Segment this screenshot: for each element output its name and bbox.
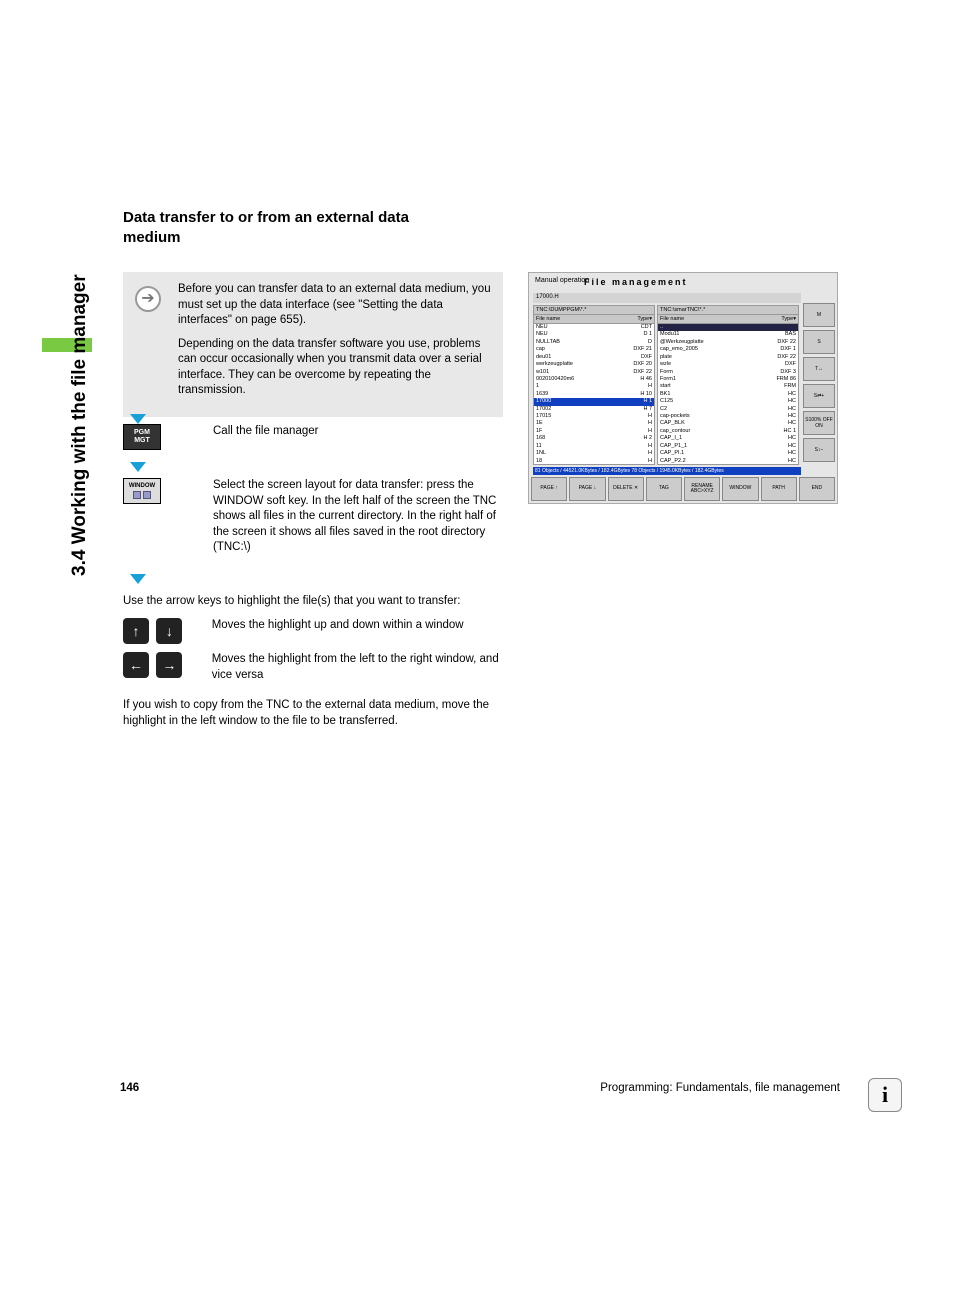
arrow-down-key-icon[interactable]: ↓	[156, 618, 182, 644]
ss-left-path: TNC:\DUMPPGM\*.*	[534, 306, 654, 315]
file-row[interactable]: 17002H 7	[534, 406, 654, 413]
side-button[interactable]: T↔	[803, 357, 835, 381]
softkey[interactable]: END	[799, 477, 835, 501]
file-row[interactable]: 17015H	[534, 413, 654, 420]
instruction-copy: If you wish to copy from the TNC to the …	[123, 698, 503, 729]
softkey[interactable]: DELETE ✕	[608, 477, 644, 501]
ss-sidebar: MS T↔ S⇄+ S100% OFF ON S↕−	[803, 303, 835, 475]
info-icon: i	[868, 1078, 902, 1112]
softkey[interactable]: RENAME ABC>XYZ	[684, 477, 720, 501]
ss-left-header: File nameType▾	[534, 315, 654, 324]
softkey[interactable]: PATH	[761, 477, 797, 501]
section-tab: 3.4 Working with the file manager	[55, 195, 95, 575]
note-paragraph-2: Depending on the data transfer software …	[178, 337, 493, 399]
arrow-updown-desc: Moves the highlight up and down within a…	[212, 618, 502, 634]
step-call-file-manager: PGMMGT Call the file manager	[123, 424, 503, 440]
file-manager-screenshot: Manual operation File management 17000.H…	[528, 272, 838, 504]
window-label: WINDOW	[129, 483, 155, 490]
file-row[interactable]: ..	[658, 324, 798, 331]
ss-left-panel: TNC:\DUMPPGM\*.* File nameType▾ NEUCDT N…	[533, 305, 655, 465]
file-row[interactable]: CAP_I_1HC	[658, 435, 798, 442]
file-row[interactable]: 18H	[534, 458, 654, 465]
file-row[interactable]: @WerkzeugplatteDXF 22	[658, 339, 798, 346]
file-row[interactable]: Form1FRM 86	[658, 376, 798, 383]
chapter-title: Programming: Fundamentals, file manageme…	[600, 1082, 840, 1094]
softkey[interactable]: WINDOW	[722, 477, 758, 501]
ss-right-header: File nameType▾	[658, 315, 798, 324]
file-row[interactable]: capDXF 21	[534, 346, 654, 353]
file-row[interactable]: plateDXF 22	[658, 354, 798, 361]
ss-mode: Manual operation	[535, 277, 589, 284]
file-row[interactable]: cap_emo_2005DXF 1	[658, 346, 798, 353]
arrow-right-icon: ➔	[135, 286, 161, 312]
side-button[interactable]: S↕−	[803, 438, 835, 462]
file-row[interactable]: cap-pocketsHC	[658, 413, 798, 420]
instruction-highlight: Use the arrow keys to highlight the file…	[123, 594, 503, 610]
arrow-leftright-row: ← → Moves the highlight from the left to…	[123, 652, 503, 683]
file-row[interactable]: CAP_BLKHC	[658, 420, 798, 427]
arrow-up-key-icon[interactable]: ↑	[123, 618, 149, 644]
arrow-right-key-icon[interactable]: →	[156, 652, 182, 678]
side-button[interactable]: S⇄+	[803, 384, 835, 408]
file-row[interactable]: deu01DXF	[534, 354, 654, 361]
side-button[interactable]: M	[803, 303, 835, 327]
note-paragraph-1: Before you can transfer data to an exter…	[178, 282, 493, 329]
file-row[interactable]: 1H	[534, 383, 654, 390]
file-row[interactable]: w101DXF 22	[534, 369, 654, 376]
step2-text: Select the screen layout for data transf…	[213, 478, 503, 556]
continuation-marker-icon	[130, 462, 146, 472]
file-row[interactable]: 1639H 10	[534, 391, 654, 398]
page-number: 146	[120, 1082, 139, 1094]
file-row[interactable]: CAP_P2.2HC	[658, 458, 798, 465]
file-row[interactable]: NEUD 1	[534, 331, 654, 338]
file-row[interactable]: CAP_PI.1HC	[658, 450, 798, 457]
arrow-updown-row: ↑ ↓ Moves the highlight up and down with…	[123, 618, 503, 644]
page-heading: Data transfer to or from an external dat…	[123, 208, 453, 247]
file-row[interactable]: FormDXF 3	[658, 369, 798, 376]
step1-text: Call the file manager	[213, 424, 503, 440]
file-row[interactable]: 11H	[534, 443, 654, 450]
softkey[interactable]: PAGE ↓	[569, 477, 605, 501]
side-button[interactable]: S	[803, 330, 835, 354]
arrow-leftright-desc: Moves the highlight from the left to the…	[212, 652, 502, 683]
section-tab-text: 3.4 Working with the file manager	[69, 196, 91, 576]
file-row[interactable]: 1FH	[534, 428, 654, 435]
continuation-marker-icon	[130, 414, 146, 424]
file-row[interactable]: 17000H 1	[534, 398, 654, 405]
file-row[interactable]: BK1HC	[658, 391, 798, 398]
note-box: ➔ Before you can transfer data to an ext…	[123, 272, 503, 417]
file-row[interactable]: 1NLH	[534, 450, 654, 457]
file-row[interactable]: C2HC	[658, 406, 798, 413]
softkey[interactable]: TAG	[646, 477, 682, 501]
file-row[interactable]: startFRM	[658, 383, 798, 390]
file-row[interactable]: C125HC	[658, 398, 798, 405]
ss-topline: 17000.H	[533, 293, 801, 303]
ss-right-path: TNC:\smarTNC\*.*	[658, 306, 798, 315]
arrow-left-key-icon[interactable]: ←	[123, 652, 149, 678]
file-row[interactable]: cap_contourHC 1	[658, 428, 798, 435]
pgm-mgt-key-icon[interactable]: PGMMGT	[123, 424, 161, 450]
ss-right-panel: TNC:\smarTNC\*.* File nameType▾ .. Modu1…	[657, 305, 799, 465]
softkey[interactable]: PAGE ↑	[531, 477, 567, 501]
ss-softkey-row: PAGE ↑PAGE ↓DELETE ✕TAGRENAME ABC>XYZWIN…	[531, 477, 835, 501]
continuation-marker-icon	[130, 574, 146, 584]
side-button[interactable]: S100% OFF ON	[803, 411, 835, 435]
page-footer: 146 Programming: Fundamentals, file mana…	[120, 1082, 840, 1094]
file-row[interactable]: CAP_P1_1HC	[658, 443, 798, 450]
window-softkey-icon[interactable]: WINDOW	[123, 478, 161, 504]
file-row[interactable]: wzleDXF	[658, 361, 798, 368]
file-row[interactable]: NEUCDT	[534, 324, 654, 331]
step-window-softkey: WINDOW Select the screen layout for data…	[123, 478, 503, 556]
ss-title: File management	[584, 277, 688, 287]
file-row[interactable]: 0020100420m6H 46	[534, 376, 654, 383]
file-row[interactable]: NULLTABD	[534, 339, 654, 346]
file-row[interactable]: werkzeugplatteDXF 20	[534, 361, 654, 368]
file-row[interactable]: 168H 2	[534, 435, 654, 442]
ss-status: 81 Objects / 44521.0KBytes / 182.4GBytes…	[533, 467, 801, 475]
file-row[interactable]: 1EH	[534, 420, 654, 427]
file-row[interactable]: Modu11BAS	[658, 331, 798, 338]
